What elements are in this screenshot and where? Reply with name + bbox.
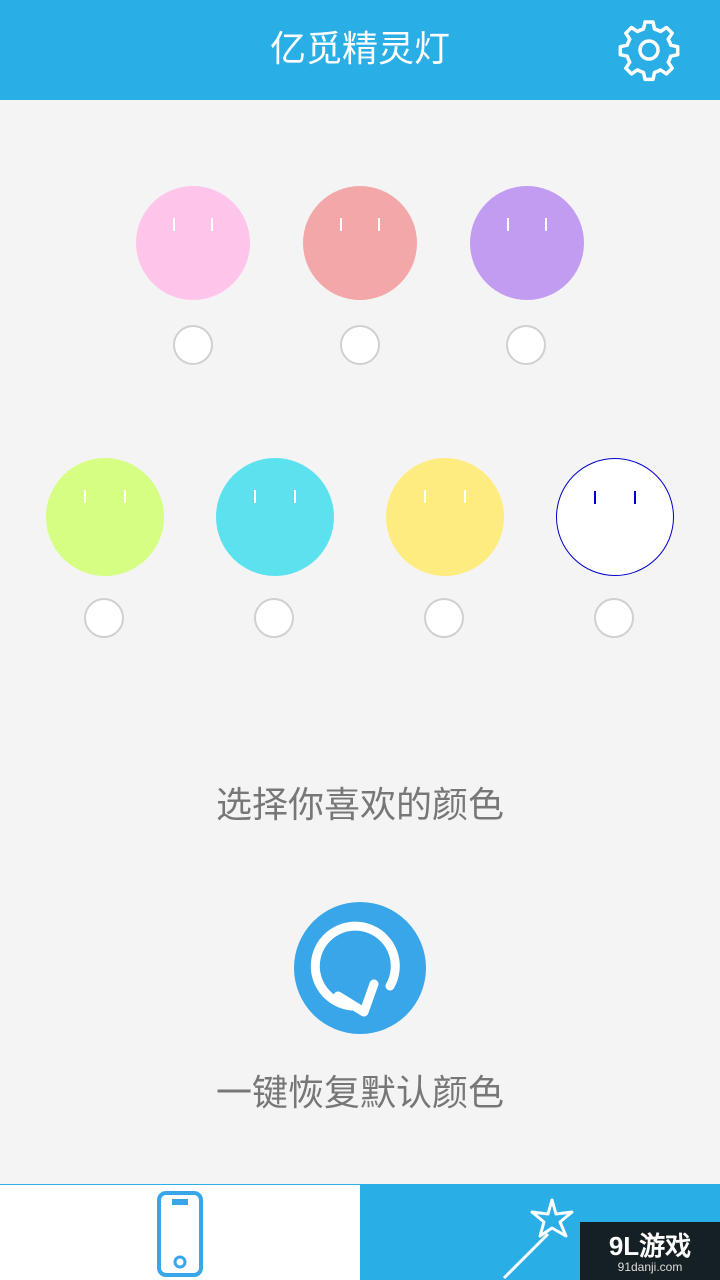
radio-lime[interactable] xyxy=(84,598,124,638)
color-option-white[interactable] xyxy=(556,458,674,576)
eye xyxy=(507,218,509,231)
reset-color-label: 一键恢复默认颜色 xyxy=(215,1073,504,1114)
page-title: 亿觅精灵灯 xyxy=(269,29,450,70)
radio-lavender[interactable] xyxy=(506,325,546,365)
reset-button[interactable] xyxy=(294,902,426,1034)
eye xyxy=(545,218,547,231)
app-header: 亿觅精灵灯 xyxy=(0,0,720,100)
color-option-lavender[interactable] xyxy=(470,186,584,300)
radio-pink[interactable] xyxy=(173,325,213,365)
eye xyxy=(124,490,126,503)
eye xyxy=(173,218,175,231)
color-option-pink[interactable] xyxy=(136,186,250,300)
radio-yellow[interactable] xyxy=(424,598,464,638)
eye xyxy=(634,491,636,504)
watermark: 9L游戏 91danji.com xyxy=(580,1222,720,1280)
color-option-cyan[interactable] xyxy=(216,458,334,576)
magic-wand-icon xyxy=(502,1198,574,1280)
color-option-salmon[interactable] xyxy=(303,186,417,300)
eye xyxy=(464,490,466,503)
radio-white[interactable] xyxy=(594,598,634,638)
eye xyxy=(84,490,86,503)
eye xyxy=(340,218,342,231)
eye xyxy=(594,491,596,504)
radio-salmon[interactable] xyxy=(340,325,380,365)
radio-cyan[interactable] xyxy=(254,598,294,638)
color-option-lime[interactable] xyxy=(46,458,164,576)
eye xyxy=(378,218,380,231)
eye xyxy=(424,490,426,503)
color-option-yellow[interactable] xyxy=(386,458,504,576)
refresh-icon xyxy=(310,921,400,1017)
eye xyxy=(211,218,213,231)
tab-device[interactable] xyxy=(0,1184,360,1280)
choose-color-label: 选择你喜欢的颜色 xyxy=(215,785,504,826)
gear-icon[interactable] xyxy=(617,18,681,82)
eye xyxy=(294,490,296,503)
watermark-url: 91danji.com xyxy=(617,1260,683,1274)
watermark-logo: 9L游戏 xyxy=(608,1231,692,1261)
phone-icon xyxy=(157,1191,203,1277)
eye xyxy=(254,490,256,503)
